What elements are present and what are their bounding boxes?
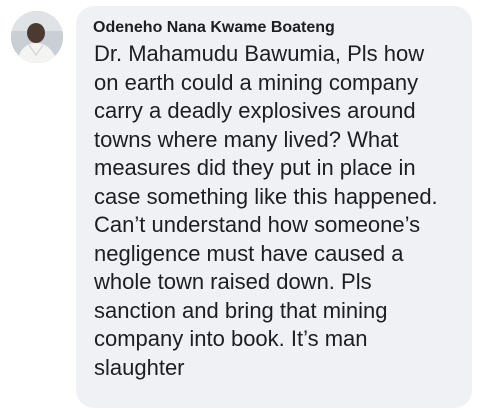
- comment-text: Dr. Mahamudu Bawumia, Pls how on earth c…: [94, 41, 438, 380]
- comment-author-name[interactable]: Odeneho Nana Kwame Boateng: [93, 19, 335, 37]
- avatar[interactable]: [11, 11, 63, 63]
- profile-photo: [11, 11, 63, 63]
- comment-container: Odeneho Nana Kwame Boateng Dr. Mahamudu …: [0, 0, 490, 416]
